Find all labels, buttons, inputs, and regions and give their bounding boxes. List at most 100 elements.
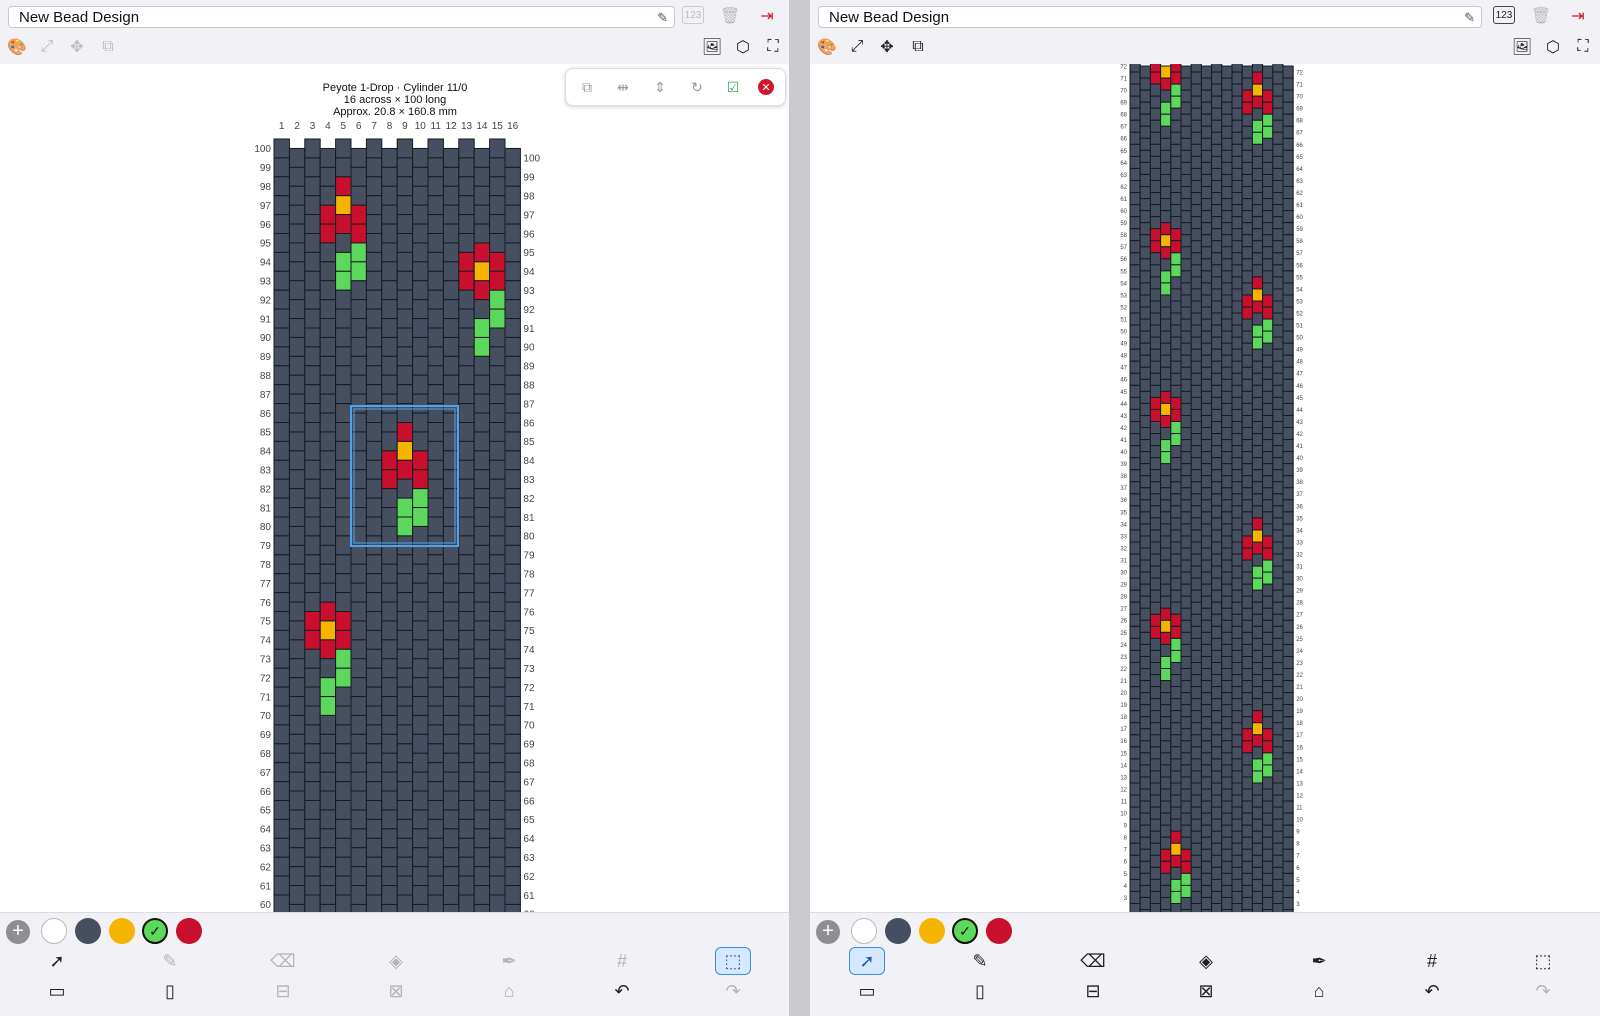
bead[interactable] xyxy=(1262,439,1274,453)
bead[interactable] xyxy=(1149,180,1162,194)
bead[interactable] xyxy=(1251,348,1264,362)
bead[interactable] xyxy=(1262,354,1274,368)
bead[interactable] xyxy=(396,592,414,612)
bead[interactable] xyxy=(458,346,475,367)
bead[interactable] xyxy=(288,204,306,225)
bead[interactable] xyxy=(1170,806,1182,820)
bead[interactable] xyxy=(1160,89,1172,103)
bead[interactable] xyxy=(1272,372,1284,386)
bead[interactable] xyxy=(1221,451,1233,465)
bead[interactable] xyxy=(1211,553,1223,567)
bead[interactable] xyxy=(1170,433,1182,447)
bead[interactable] xyxy=(1211,180,1223,194)
bead[interactable] xyxy=(1272,312,1284,326)
bead[interactable] xyxy=(1170,336,1182,350)
bead[interactable] xyxy=(288,166,306,187)
bead[interactable] xyxy=(350,601,367,622)
bead[interactable] xyxy=(412,223,429,244)
bead[interactable] xyxy=(396,818,414,839)
bead[interactable] xyxy=(1200,487,1213,501)
bead[interactable] xyxy=(489,611,506,631)
bead[interactable] xyxy=(1180,186,1192,200)
bead[interactable] xyxy=(1221,330,1233,344)
bead[interactable] xyxy=(1180,860,1192,874)
bead[interactable] xyxy=(1160,330,1172,344)
bead[interactable] xyxy=(1180,149,1192,163)
bead[interactable] xyxy=(381,903,398,912)
bead[interactable] xyxy=(1190,421,1202,435)
bead[interactable] xyxy=(489,573,506,594)
bead[interactable] xyxy=(1160,487,1172,501)
bead[interactable] xyxy=(1262,89,1274,103)
bead[interactable] xyxy=(1231,698,1243,712)
bead[interactable] xyxy=(335,422,352,442)
bead[interactable] xyxy=(1180,414,1192,429)
bead[interactable] xyxy=(442,582,460,603)
bead[interactable] xyxy=(1190,854,1202,868)
bead[interactable] xyxy=(273,308,290,329)
bead[interactable] xyxy=(473,318,491,338)
bead[interactable] xyxy=(304,686,321,707)
bead[interactable] xyxy=(1262,270,1274,284)
bead[interactable] xyxy=(319,147,337,168)
bead[interactable] xyxy=(1160,607,1172,621)
bead[interactable] xyxy=(1262,378,1274,392)
bead[interactable] xyxy=(1241,198,1253,212)
bead[interactable] xyxy=(1180,643,1192,657)
bead[interactable] xyxy=(458,270,475,291)
bead[interactable] xyxy=(1241,631,1253,645)
bead[interactable] xyxy=(1180,523,1192,537)
bead[interactable] xyxy=(1211,384,1223,398)
bead[interactable] xyxy=(504,166,521,187)
bead[interactable] xyxy=(1282,463,1294,477)
bead[interactable] xyxy=(1190,336,1202,350)
bead[interactable] xyxy=(1139,475,1151,489)
bead[interactable] xyxy=(1149,71,1162,85)
bead[interactable] xyxy=(458,894,475,912)
bead[interactable] xyxy=(1149,649,1162,664)
bead[interactable] xyxy=(1282,655,1294,670)
bead[interactable] xyxy=(1282,234,1294,248)
bead[interactable] xyxy=(1282,89,1294,103)
bead[interactable] xyxy=(1190,348,1202,362)
bead[interactable] xyxy=(288,412,306,433)
bead[interactable] xyxy=(319,525,337,546)
bead[interactable] xyxy=(1190,649,1202,664)
bead[interactable] xyxy=(1190,505,1202,519)
delete-icon[interactable]: 🗑 xyxy=(718,5,742,27)
bead[interactable] xyxy=(319,752,337,773)
bead[interactable] xyxy=(1272,698,1284,712)
bead[interactable] xyxy=(1180,463,1192,477)
bead[interactable] xyxy=(1262,342,1274,356)
bead[interactable] xyxy=(1160,752,1172,766)
bead[interactable] xyxy=(1129,288,1141,302)
bead[interactable] xyxy=(1211,396,1223,410)
pattern-canvas-right[interactable]: 72 72 71 71 70 70 69 69 68 68 67 67 66 66 65 65 64 64 63 63… xyxy=(810,64,1600,912)
pattern-canvas-left[interactable]: Peyote 1-Drop · Cylinder 11/0 16 across … xyxy=(0,64,789,912)
bead[interactable] xyxy=(1149,553,1162,567)
bead[interactable] xyxy=(412,242,429,263)
bead[interactable] xyxy=(1251,324,1264,338)
bead[interactable] xyxy=(412,828,429,849)
bead[interactable] xyxy=(365,611,383,631)
bead[interactable] xyxy=(1149,360,1162,374)
bead[interactable] xyxy=(304,743,321,764)
bead[interactable] xyxy=(412,752,429,773)
bead[interactable] xyxy=(1149,264,1162,278)
bead[interactable] xyxy=(1221,186,1233,200)
bead[interactable] xyxy=(412,299,429,320)
bead[interactable] xyxy=(1200,378,1213,392)
bead[interactable] xyxy=(1139,198,1151,212)
bead-count-icon[interactable]: 123 xyxy=(682,6,704,24)
bead[interactable] xyxy=(304,781,321,801)
bead[interactable] xyxy=(288,771,306,792)
bead[interactable] xyxy=(1272,649,1284,664)
bead[interactable] xyxy=(1180,246,1192,260)
resize-icon[interactable]: ⤢ xyxy=(35,36,59,58)
bead[interactable] xyxy=(1190,613,1202,627)
bead[interactable] xyxy=(1211,601,1223,615)
bead[interactable] xyxy=(1231,481,1243,495)
bead[interactable] xyxy=(1160,668,1172,682)
bead[interactable] xyxy=(1139,511,1151,525)
bead[interactable] xyxy=(381,639,398,660)
